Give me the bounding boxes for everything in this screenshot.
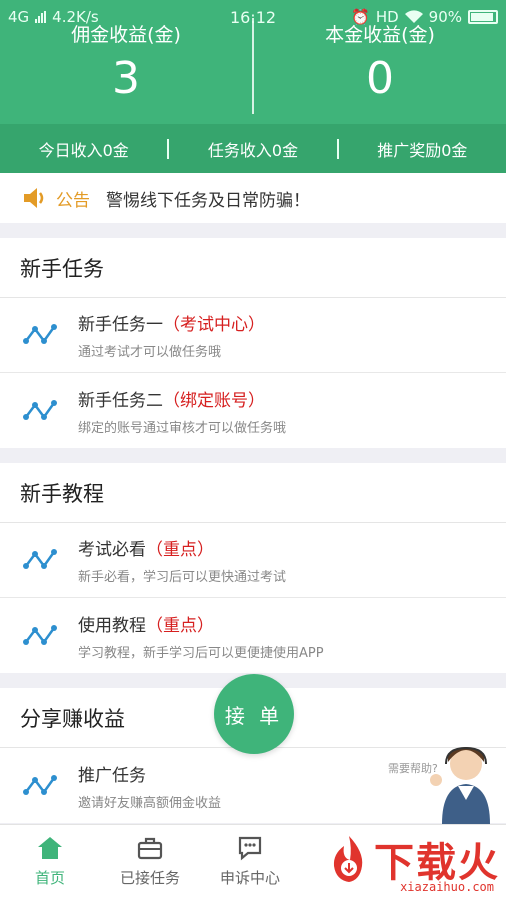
briefcase-icon: [137, 837, 163, 860]
watermark-logo: 下载火 xiazaihuo.com: [324, 830, 500, 894]
item-tag: （考试中心）: [163, 315, 265, 335]
income-stats: 今日收入0金 任务收入0金 推广奖励0金: [0, 124, 506, 173]
earnings-panel: 佣金收益(金) 3 本金收益(金) 0: [0, 18, 506, 124]
chat-icon: [238, 836, 262, 861]
item-title: 新手任务一: [78, 315, 163, 335]
principal-earnings[interactable]: 本金收益(金) 0: [254, 24, 506, 124]
trend-icon: [23, 774, 57, 795]
tab-appeal-center[interactable]: 申诉中心: [200, 825, 300, 900]
item-subtitle: 通过考试才可以做任务哦: [78, 345, 222, 360]
promo-reward: 推广奖励0金: [377, 140, 468, 160]
item-subtitle: 绑定的账号通过审核才可以做任务哦: [78, 420, 287, 436]
item-tag: （重点）: [146, 540, 214, 560]
tab-label: 已接任务: [119, 869, 180, 887]
speaker-icon: [24, 188, 44, 208]
item-subtitle: 新手必看，学习后可以更快通过考试: [78, 570, 287, 585]
item-title: 使用教程: [78, 615, 146, 636]
flame-logo-icon: [333, 836, 363, 882]
item-tag: （绑定账号）: [163, 390, 265, 411]
item-title: 推广任务: [78, 765, 146, 786]
header: 4G 4.2K/s 16:12 ⏰ HD 90% 佣金收益(金) 3 本金收益(…: [0, 0, 506, 173]
principal-value: 0: [366, 53, 394, 104]
list-item[interactable]: 新手任务一（考试中心） 通过考试才可以做任务哦: [0, 298, 506, 373]
announcement-text: 警惕线下任务及日常防骗！: [106, 190, 310, 211]
announcement-bar[interactable]: 公告 警惕线下任务及日常防骗！: [0, 173, 506, 223]
commission-label: 佣金收益(金): [71, 24, 181, 46]
task-income: 任务收入0金: [207, 140, 299, 160]
trend-icon: [23, 549, 57, 569]
tab-label: 首页: [34, 869, 65, 887]
principal-label: 本金收益(金): [325, 24, 435, 46]
announcement-label: 公告: [56, 190, 90, 211]
commission-value: 3: [112, 53, 140, 104]
logo-url: xiazaihuo.com: [400, 880, 494, 894]
tab-home[interactable]: 首页: [0, 825, 100, 900]
item-subtitle: 邀请好友赚高额佣金收益: [78, 795, 222, 811]
customer-service-icon: [430, 746, 490, 824]
section-title: 新手教程: [0, 463, 506, 523]
tab-accepted-tasks[interactable]: 已接任务: [100, 825, 200, 900]
list-item[interactable]: 新手任务二（绑定账号） 绑定的账号通过审核才可以做任务哦: [0, 373, 506, 448]
item-title: 新手任务二: [78, 390, 163, 411]
item-subtitle: 学习教程，新手学习后可以更便捷使用APP: [78, 645, 324, 661]
today-income: 今日收入0金: [38, 140, 129, 160]
item-tag: （重点）: [146, 615, 214, 636]
trend-icon: [23, 624, 57, 645]
home-icon: [38, 837, 62, 859]
item-title: 考试必看: [78, 540, 146, 560]
tab-label: 申诉中心: [219, 869, 280, 887]
trend-icon: [23, 399, 57, 420]
tutorials-section: 新手教程 考试必看（重点） 新手必看，学习后可以更快通过考试 使用教程（重点） …: [0, 463, 506, 673]
list-item[interactable]: 考试必看（重点） 新手必看，学习后可以更快通过考试: [0, 523, 506, 598]
commission-earnings[interactable]: 佣金收益(金) 3: [0, 24, 252, 124]
list-item[interactable]: 使用教程（重点） 学习教程，新手学习后可以更便捷使用APP: [0, 598, 506, 673]
newbie-tasks-section: 新手任务 新手任务一（考试中心） 通过考试才可以做任务哦 新手任务二（绑定账号）…: [0, 238, 506, 448]
section-title: 新手任务: [0, 238, 506, 298]
trend-icon: [23, 324, 57, 344]
help-assistant[interactable]: 需要帮助?: [388, 740, 498, 824]
accept-order-button[interactable]: 接 单: [214, 674, 294, 754]
